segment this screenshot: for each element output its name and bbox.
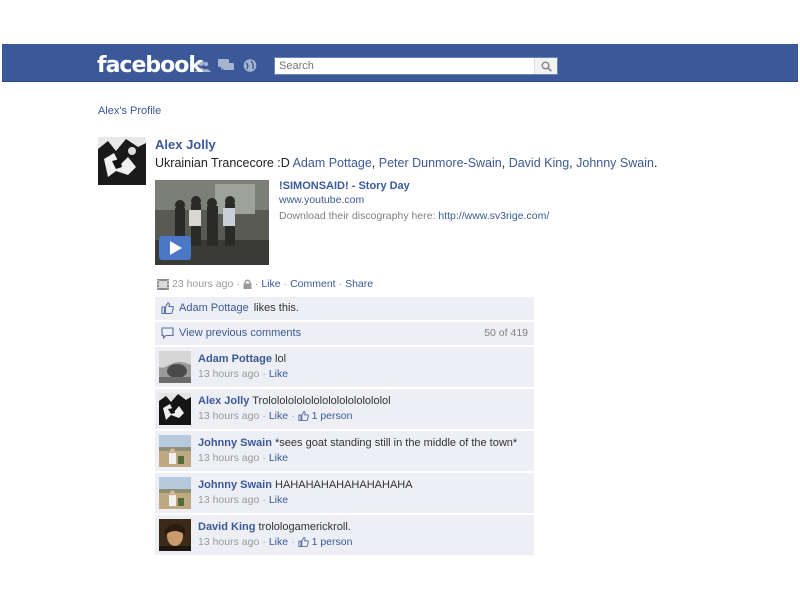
comment-item: Adam Pottage lol 13 hours ago · Like bbox=[155, 347, 534, 387]
comment-timestamp[interactable]: 13 hours ago bbox=[198, 410, 259, 422]
attachment-title-link[interactable]: !SIMONSAID! - Story Day bbox=[279, 180, 410, 192]
likes-summary: Adam Pottage likes this. bbox=[155, 297, 534, 320]
breadcrumb-profile-link[interactable]: Alex's Profile bbox=[98, 105, 161, 117]
author-avatar[interactable] bbox=[98, 137, 146, 185]
discography-link[interactable]: http://www.sv3rige.com/ bbox=[438, 210, 549, 222]
post-timestamp[interactable]: 23 hours ago bbox=[172, 278, 233, 290]
thumbs-up-icon bbox=[297, 537, 309, 547]
view-previous-comments-row[interactable]: View previous comments 50 of 419 bbox=[155, 322, 534, 345]
search-input[interactable] bbox=[279, 59, 529, 73]
comment-item: David King trolologamerickroll. 13 hours… bbox=[155, 515, 534, 555]
comment-text: *sees goat standing still in the middle … bbox=[275, 437, 518, 449]
search-button[interactable] bbox=[534, 58, 557, 74]
comment-text: HAHAHAHAHAHAHAHAHA bbox=[275, 479, 413, 491]
attachment-domain-link[interactable]: www.youtube.com bbox=[279, 194, 364, 206]
comment-bubble-icon bbox=[161, 327, 174, 339]
like-link[interactable]: Like bbox=[261, 278, 280, 290]
comment-timestamp[interactable]: 13 hours ago bbox=[198, 452, 259, 464]
search-icon bbox=[540, 60, 552, 72]
comment-likes-count-link[interactable]: 1 person bbox=[312, 410, 353, 422]
commenter-avatar[interactable] bbox=[159, 393, 191, 425]
comment-text: trolologamerickroll. bbox=[258, 521, 351, 533]
messages-icon[interactable] bbox=[218, 59, 234, 72]
commenter-avatar[interactable] bbox=[159, 477, 191, 509]
likes-text: likes this. bbox=[253, 302, 299, 314]
comment-timestamp[interactable]: 13 hours ago bbox=[198, 368, 259, 380]
comment-like-link[interactable]: Like bbox=[269, 494, 288, 506]
share-link[interactable]: Share bbox=[345, 278, 373, 290]
video-icon bbox=[157, 278, 169, 290]
notifications-icon[interactable] bbox=[242, 59, 258, 72]
view-previous-comments-link[interactable]: View previous comments bbox=[179, 327, 301, 339]
comment-text: Trololololololololololololololol bbox=[252, 395, 391, 407]
commenter-avatar[interactable] bbox=[159, 435, 191, 467]
comment-item: Johnny Swain *sees goat standing still i… bbox=[155, 431, 534, 471]
friend-requests-icon[interactable] bbox=[195, 59, 211, 72]
video-thumbnail[interactable] bbox=[155, 180, 269, 265]
comment-timestamp[interactable]: 13 hours ago bbox=[198, 536, 259, 548]
comment-author-link[interactable]: David King bbox=[198, 521, 255, 533]
lock-icon bbox=[243, 279, 252, 289]
tagged-person-link[interactable]: Peter Dunmore-Swain bbox=[379, 156, 502, 170]
attachment-description-text: Download their discography here: bbox=[279, 210, 436, 222]
comment-like-link[interactable]: Like bbox=[269, 452, 288, 464]
post-author-name[interactable]: Alex Jolly bbox=[155, 137, 216, 152]
comment-link[interactable]: Comment bbox=[290, 278, 336, 290]
tagged-person-link[interactable]: David King bbox=[509, 156, 569, 170]
comment-like-link[interactable]: Like bbox=[269, 368, 288, 380]
comment-author-link[interactable]: Adam Pottage bbox=[198, 353, 272, 365]
comment-count: 50 of 419 bbox=[484, 327, 528, 339]
post-message-text: Ukrainian Trancecore :D bbox=[155, 156, 290, 170]
comment-author-link[interactable]: Johnny Swain bbox=[198, 437, 272, 449]
liker-name-link[interactable]: Adam Pottage bbox=[179, 302, 249, 314]
thumbs-up-icon bbox=[297, 411, 309, 421]
thumbs-up-icon bbox=[161, 302, 174, 314]
search-box[interactable] bbox=[274, 57, 558, 75]
tagged-person-link[interactable]: Johnny Swain bbox=[576, 156, 654, 170]
comment-likes-count-link[interactable]: 1 person bbox=[312, 536, 353, 548]
tagged-person-link[interactable]: Adam Pottage bbox=[293, 156, 372, 170]
comment-like-link[interactable]: Like bbox=[269, 536, 288, 548]
comment-author-link[interactable]: Johnny Swain bbox=[198, 479, 272, 491]
comment-author-link[interactable]: Alex Jolly bbox=[198, 395, 249, 407]
post-actions: 23 hours ago · · Like · Comment · Share bbox=[157, 278, 373, 290]
commenter-avatar[interactable] bbox=[159, 351, 191, 383]
comment-item: Johnny Swain HAHAHAHAHAHAHAHAHA 13 hours… bbox=[155, 473, 534, 513]
comment-text: lol bbox=[275, 353, 287, 365]
attachment-description: Download their discography here: http://… bbox=[279, 210, 549, 222]
comment-timestamp[interactable]: 13 hours ago bbox=[198, 494, 259, 506]
facebook-logo[interactable]: facebook bbox=[97, 53, 203, 78]
post-message: Ukrainian Trancecore :D Adam Pottage, Pe… bbox=[155, 156, 658, 170]
commenter-avatar[interactable] bbox=[159, 519, 191, 551]
comment-like-link[interactable]: Like bbox=[269, 410, 288, 422]
comment-item: Alex Jolly Trolololololololololololololo… bbox=[155, 389, 534, 429]
